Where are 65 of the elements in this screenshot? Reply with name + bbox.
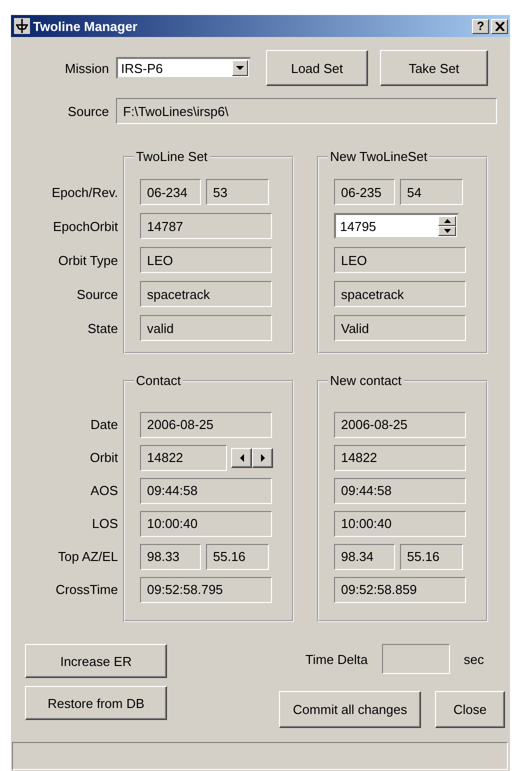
field-label: Orbit	[90, 450, 118, 465]
action-button[interactable]: Increase ER	[25, 644, 167, 678]
readonly-field: 14822	[334, 444, 466, 470]
readonly-field: 10:00:40	[334, 510, 466, 536]
window-title: Twoline Manager	[33, 18, 138, 34]
field-label: Top AZ/EL	[58, 549, 118, 564]
down-arrow-icon	[444, 229, 450, 233]
source-field: F:\TwoLines\irsp6\	[116, 98, 497, 124]
readonly-field: 55.16	[206, 544, 269, 570]
readonly-field: 09:52:58.859	[334, 576, 466, 602]
readonly-field: 06-234	[140, 179, 201, 205]
source-label: Source	[66, 104, 109, 118]
mission-label: Mission	[64, 60, 109, 76]
readonly-field: 14822	[140, 444, 227, 470]
toolbar-button[interactable]: Load Set	[266, 50, 368, 86]
caret-icon	[236, 66, 244, 70]
close-button[interactable]	[491, 18, 508, 34]
readonly-field: 09:52:58.795	[140, 576, 272, 602]
readonly-field: 53	[206, 179, 269, 205]
action-button[interactable]: Close	[435, 691, 505, 728]
readonly-field: 14787	[140, 213, 272, 239]
action-button[interactable]: Commit all changes	[279, 691, 421, 728]
readonly-field: spacetrack	[334, 281, 466, 307]
field-label: Date	[90, 417, 118, 432]
next-button[interactable]	[252, 448, 273, 468]
right-arrow-icon	[260, 454, 264, 462]
readonly-field: 09:44:58	[140, 478, 272, 504]
field-label: Orbit Type	[58, 252, 118, 268]
readonly-field: LEO	[140, 247, 272, 273]
group-title: Contact	[134, 373, 183, 388]
field-label: LOS	[92, 516, 118, 531]
readonly-field: Valid	[334, 315, 466, 341]
toolbar-button[interactable]: Take Set	[380, 50, 488, 86]
group-title: New contact	[328, 373, 404, 388]
previous-button[interactable]	[231, 448, 252, 468]
unit-label: sec	[464, 652, 484, 666]
readonly-field: 2006-08-25	[140, 412, 272, 438]
readonly-field: valid	[140, 315, 272, 341]
readonly-field: 06-235	[334, 179, 395, 205]
time-delta-label: Time Delta	[305, 652, 368, 666]
group-title: New TwoLineSet	[328, 149, 430, 164]
mission-dropdown[interactable]: IRS-P6	[116, 57, 251, 79]
readonly-field: 98.34	[334, 544, 395, 570]
field-label: CrossTime	[56, 582, 118, 597]
spin-field[interactable]: 14795	[334, 213, 459, 239]
field-label: EpochOrbit	[52, 218, 118, 234]
help-button[interactable]: ?	[472, 18, 489, 34]
readonly-field: 55.16	[400, 544, 463, 570]
up-arrow-icon	[444, 219, 450, 223]
action-button[interactable]: Restore from DB	[25, 686, 167, 720]
readonly-field: 2006-08-25	[334, 412, 466, 438]
close-icon	[494, 22, 504, 30]
left-arrow-icon	[240, 454, 244, 462]
readonly-field: spacetrack	[140, 281, 272, 307]
readonly-field: 10:00:40	[140, 510, 272, 536]
group-title: TwoLine Set	[134, 149, 210, 164]
readonly-field: 98.33	[140, 544, 201, 570]
readonly-field: LEO	[334, 247, 466, 273]
field-label: AOS	[90, 483, 118, 498]
field-label: Epoch/Rev.	[52, 184, 118, 200]
field-label: Source	[76, 286, 118, 302]
field-label: State	[88, 320, 118, 336]
readonly-field: 09:44:58	[334, 478, 466, 504]
readonly-field: 54	[400, 179, 463, 205]
time-delta-field[interactable]	[382, 644, 450, 674]
